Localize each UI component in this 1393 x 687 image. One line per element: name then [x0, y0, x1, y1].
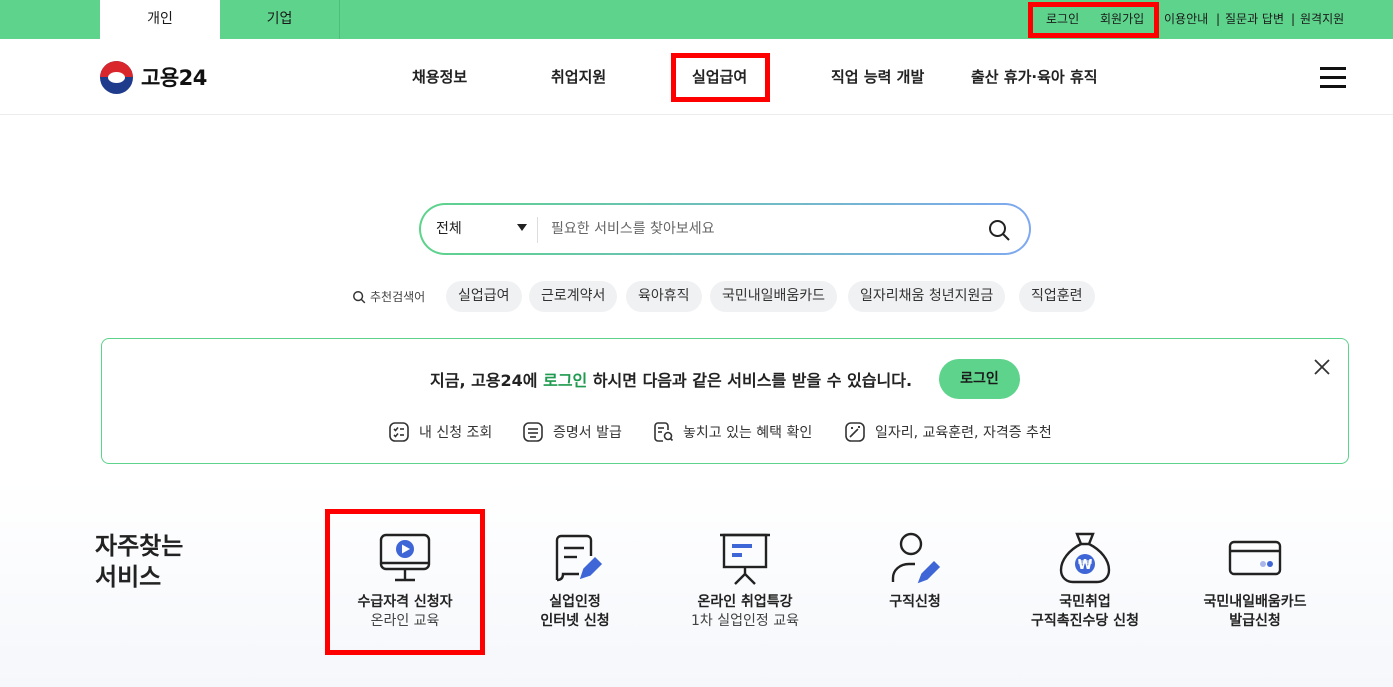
search-bar: 전체: [419, 203, 1031, 255]
login-link[interactable]: 로그인: [1046, 0, 1079, 39]
service-online-lecture[interactable]: 온라인 취업특강 1차 실업인정 교육: [665, 530, 825, 631]
service-online-education[interactable]: 수급자격 신청자 온라인 교육: [325, 530, 485, 631]
card-icon: [1228, 540, 1282, 576]
guide-link[interactable]: 이용안내: [1164, 0, 1208, 39]
monitor-play-icon: [379, 533, 431, 582]
benefit-my-application[interactable]: 내 신청 조회: [388, 420, 492, 444]
document-icon: [523, 422, 543, 442]
magic-wand-icon: [845, 422, 865, 442]
recommended-keywords-label: 추천검색어: [352, 282, 425, 312]
taegeuk-logo-icon: [100, 60, 133, 94]
logo-text: 고용24: [141, 66, 207, 90]
divider: [537, 217, 538, 243]
search-document-icon: [654, 422, 674, 442]
caret-down-icon[interactable]: [517, 224, 527, 231]
keyword-chip[interactable]: 실업급여: [446, 281, 522, 312]
frequent-services-title: 자주찾는 서비스: [95, 532, 184, 591]
hamburger-menu-icon[interactable]: [1320, 67, 1346, 89]
search-icon: [353, 291, 366, 304]
document-pen-icon: [555, 534, 603, 582]
search-icon[interactable]: [987, 218, 1011, 242]
close-icon[interactable]: [1312, 357, 1332, 377]
benefit-missed-benefits[interactable]: 놓치고 있는 혜택 확인: [652, 420, 812, 444]
top-bar: 개인 기업 로그인 회원가입 이용안내 | 질문과 답변 | 원격지원: [0, 0, 1393, 39]
checklist-icon: [389, 422, 409, 442]
join-link[interactable]: 회원가입: [1100, 0, 1144, 39]
nav-jobs[interactable]: 채용정보: [412, 39, 467, 115]
search-input[interactable]: [551, 213, 971, 245]
nav-skill-development[interactable]: 직업 능력 개발: [831, 39, 924, 115]
keyword-chip[interactable]: 직업훈련: [1019, 281, 1095, 312]
service-unemployment-recognition[interactable]: 실업인정 인터넷 신청: [495, 530, 655, 631]
service-job-application[interactable]: 구직신청: [835, 530, 995, 612]
presentation-board-icon: [720, 533, 770, 585]
tab-personal[interactable]: 개인: [100, 0, 220, 39]
tab-company[interactable]: 기업: [220, 0, 340, 39]
nav-unemployment-benefit[interactable]: 실업급여: [692, 39, 747, 115]
user-pen-icon: [891, 532, 941, 584]
banner-login-link[interactable]: 로그인: [543, 371, 587, 390]
qa-link[interactable]: 질문과 답변: [1225, 0, 1284, 39]
benefit-certificate[interactable]: 증명서 발급: [522, 420, 622, 444]
keyword-chip[interactable]: 일자리채움 청년지원금: [848, 281, 1006, 312]
search-scope-select[interactable]: 전체: [436, 205, 462, 253]
keyword-chip[interactable]: 근로계약서: [529, 281, 618, 312]
keyword-chip[interactable]: 국민내일배움카드: [710, 281, 838, 312]
benefit-recommendation[interactable]: 일자리, 교육훈련, 자격증 추천: [844, 420, 1052, 444]
banner-message: 지금, 고용24에 로그인 하시면 다음과 같은 서비스를 받을 수 있습니다.: [430, 371, 913, 390]
separator: |: [1291, 12, 1296, 26]
service-learning-card[interactable]: 국민내일배움카드 발급신청: [1175, 530, 1335, 631]
money-bag-icon: ₩: [1059, 532, 1111, 584]
keywords-label-text: 추천검색어: [370, 290, 426, 304]
separator: |: [1216, 12, 1221, 26]
banner-login-button[interactable]: 로그인: [939, 359, 1020, 399]
main-header: 고용24 채용정보 취업지원 실업급여 직업 능력 개발 출산 휴가·육아 휴직: [0, 39, 1393, 115]
login-banner: 지금, 고용24에 로그인 하시면 다음과 같은 서비스를 받을 수 있습니다.…: [101, 338, 1349, 464]
nav-parental-leave[interactable]: 출산 휴가·육아 휴직: [971, 39, 1098, 115]
service-national-employment[interactable]: ₩ 국민취업 구직촉진수당 신청: [1005, 530, 1165, 631]
keyword-chip[interactable]: 육아휴직: [626, 281, 702, 312]
nav-employment-support[interactable]: 취업지원: [551, 39, 606, 115]
remote-support-link[interactable]: 원격지원: [1300, 0, 1344, 39]
svg-text:₩: ₩: [1078, 558, 1093, 573]
logo[interactable]: 고용24: [100, 59, 207, 95]
